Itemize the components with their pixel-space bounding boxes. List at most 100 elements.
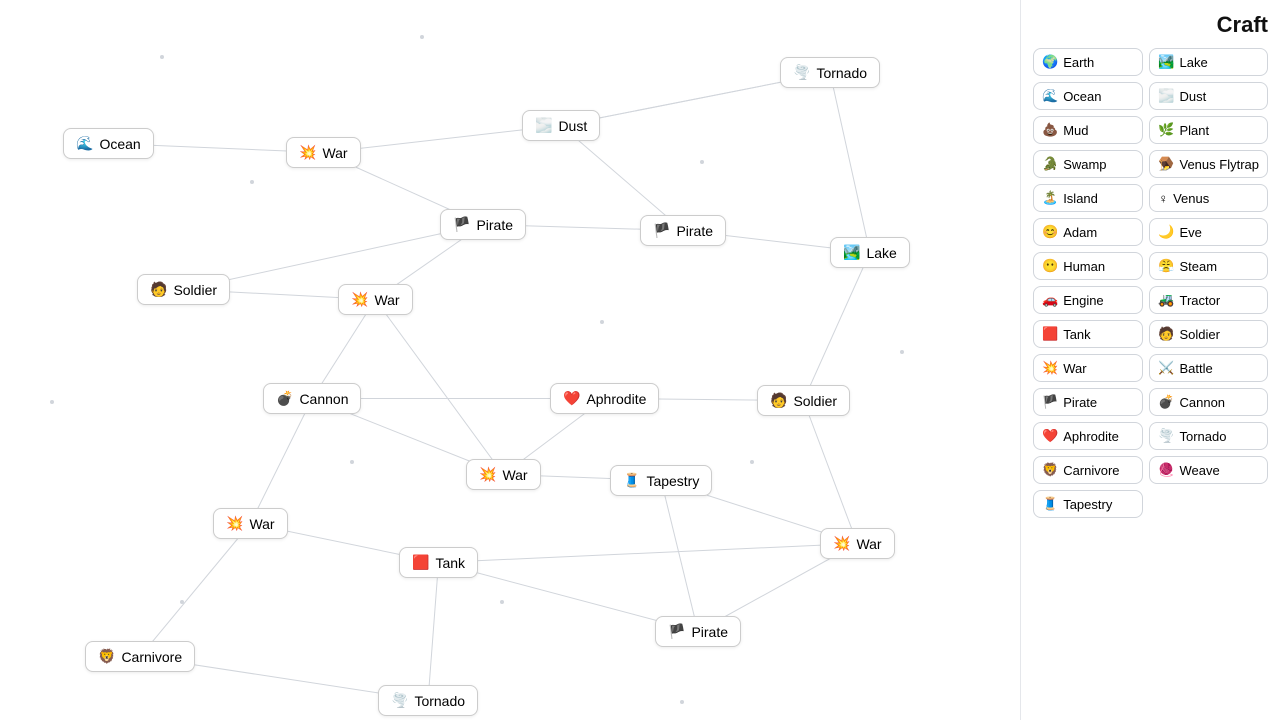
sidebar-item-eve[interactable]: 🌙Eve bbox=[1149, 218, 1268, 246]
sidebar-item-plant[interactable]: 🌿 Plant bbox=[1149, 116, 1268, 144]
sidebar-item-human[interactable]: 😶Human bbox=[1033, 252, 1143, 280]
sidebar-item-aphrodite[interactable]: ❤️Aphrodite bbox=[1033, 422, 1143, 450]
sidebar-item-battle[interactable]: ⚔️Battle bbox=[1149, 354, 1268, 382]
dot-4 bbox=[350, 460, 354, 464]
node-war2[interactable]: 💥 War bbox=[338, 284, 413, 315]
tornado2-icon: 🌪️ bbox=[391, 692, 408, 709]
soldier1-icon: 🧑 bbox=[150, 281, 167, 298]
tornado-label: Tornado bbox=[1180, 429, 1227, 444]
war-label: War bbox=[1063, 361, 1086, 376]
tractor-icon: 🚜 bbox=[1158, 292, 1174, 308]
sidebar-item-tank[interactable]: 🟥Tank bbox=[1033, 320, 1143, 348]
sidebar-item-mud[interactable]: 💩Mud bbox=[1033, 116, 1143, 144]
sidebar-item-war[interactable]: 💥War bbox=[1033, 354, 1143, 382]
swamp-label: Swamp bbox=[1063, 157, 1106, 172]
tapestry-label: Tapestry bbox=[1063, 497, 1112, 512]
sidebar-item-earth[interactable]: 🌍Earth bbox=[1033, 48, 1143, 76]
plant-icon: 🌿 bbox=[1158, 122, 1174, 138]
node-war4[interactable]: 💥War bbox=[213, 508, 288, 539]
node-pirate3[interactable]: 🏴Pirate bbox=[655, 616, 741, 647]
node-war3[interactable]: 💥War bbox=[466, 459, 541, 490]
war3-icon: 💥 bbox=[479, 466, 496, 483]
sidebar-item-swamp[interactable]: 🐊 Swamp bbox=[1033, 150, 1143, 178]
node-pirate1[interactable]: 🏴Pirate bbox=[440, 209, 526, 240]
sidebar-item-adam[interactable]: 😊Adam bbox=[1033, 218, 1143, 246]
carnivore-icon: 🦁 bbox=[1042, 462, 1058, 478]
war5-icon: 💥 bbox=[833, 535, 850, 552]
node-pirate2[interactable]: 🏴Pirate bbox=[640, 215, 726, 246]
node-tornado2[interactable]: 🌪️ Tornado bbox=[378, 685, 478, 716]
soldier1-label: Soldier bbox=[173, 282, 217, 298]
sidebar-item-dust[interactable]: 🌫️Dust bbox=[1149, 82, 1268, 110]
sidebar-item-tapestry[interactable]: 🧵Tapestry bbox=[1033, 490, 1143, 518]
node-tank1[interactable]: 🟥Tank bbox=[399, 547, 478, 578]
node-carnivore1[interactable]: 🦁Carnivore bbox=[85, 641, 195, 672]
node-war5[interactable]: 💥 War bbox=[820, 528, 895, 559]
war5-label: War bbox=[856, 536, 881, 552]
cannon1-icon: 💣 bbox=[276, 390, 293, 407]
sidebar-item-engine[interactable]: 🚗Engine bbox=[1033, 286, 1143, 314]
node-dust1[interactable]: 🌫️ Dust bbox=[522, 110, 600, 141]
pirate1-icon: 🏴 bbox=[453, 216, 470, 233]
tractor-label: Tractor bbox=[1180, 293, 1221, 308]
sidebar-item-cannon[interactable]: 💣Cannon bbox=[1149, 388, 1268, 416]
dust-label: Dust bbox=[1180, 89, 1207, 104]
node-ocean1[interactable]: 🌊Ocean bbox=[63, 128, 154, 159]
tornado1-label: Tornado bbox=[816, 65, 867, 81]
dot-6 bbox=[180, 600, 184, 604]
dot-1 bbox=[420, 35, 424, 39]
war2-label: War bbox=[374, 292, 399, 308]
carnivore-label: Carnivore bbox=[1063, 463, 1119, 478]
dot-0 bbox=[160, 55, 164, 59]
sidebar-item-steam[interactable]: 😤Steam bbox=[1149, 252, 1268, 280]
node-aphrodite1[interactable]: ❤️Aphrodite bbox=[550, 383, 659, 414]
dust1-icon: 🌫️ bbox=[535, 117, 552, 134]
node-lake1[interactable]: 🏞️Lake bbox=[830, 237, 910, 268]
node-war1[interactable]: 💥War bbox=[286, 137, 361, 168]
node-soldier2[interactable]: 🧑Soldier bbox=[757, 385, 850, 416]
connection-tapestry1-pirate3 bbox=[661, 481, 698, 632]
sidebar-item-venus[interactable]: ♀Venus bbox=[1149, 184, 1268, 212]
sidebar-item-ocean[interactable]: 🌊Ocean bbox=[1033, 82, 1143, 110]
node-tapestry1[interactable]: 🧵 Tapestry bbox=[610, 465, 712, 496]
tornado2-label: Tornado bbox=[414, 693, 465, 709]
node-tornado1[interactable]: 🌪️Tornado bbox=[780, 57, 880, 88]
lake-icon: 🏞️ bbox=[1158, 54, 1174, 70]
dust1-label: Dust bbox=[558, 118, 587, 134]
pirate3-label: Pirate bbox=[691, 624, 728, 640]
sidebar-grid: 🌍Earth 🏞️ Lake 🌊Ocean🌫️Dust💩Mud 🌿 Plant 🐊 Swamp… bbox=[1033, 48, 1268, 518]
eve-label: Eve bbox=[1180, 225, 1202, 240]
war2-icon: 💥 bbox=[351, 291, 368, 308]
sidebar-item-weave[interactable]: 🧶Weave bbox=[1149, 456, 1268, 484]
sidebar-item-lake[interactable]: 🏞️ Lake bbox=[1149, 48, 1268, 76]
connection-lake1-soldier2 bbox=[804, 253, 870, 401]
dot-3 bbox=[50, 400, 54, 404]
sidebar-item-soldier[interactable]: 🧑Soldier bbox=[1149, 320, 1268, 348]
node-cannon1[interactable]: 💣Cannon bbox=[263, 383, 361, 414]
sidebar-item-venus-flytrap[interactable]: 🪤Venus Flytrap bbox=[1149, 150, 1268, 178]
canvas-area[interactable]: 🌊Ocean💥War🌫️Dust🌪️Tornado🏴Pirate🏴Pirate🏞… bbox=[0, 0, 1020, 720]
node-soldier1[interactable]: 🧑 Soldier bbox=[137, 274, 230, 305]
soldier2-icon: 🧑 bbox=[770, 392, 787, 409]
venus-icon: ♀ bbox=[1158, 191, 1168, 206]
sidebar-item-pirate[interactable]: 🏴Pirate bbox=[1033, 388, 1143, 416]
steam-icon: 😤 bbox=[1158, 258, 1174, 274]
sidebar-item-tractor[interactable]: 🚜 Tractor bbox=[1149, 286, 1268, 314]
pirate-icon: 🏴 bbox=[1042, 394, 1058, 410]
tapestry1-icon: 🧵 bbox=[623, 472, 640, 489]
weave-icon: 🧶 bbox=[1158, 462, 1174, 478]
aphrodite-icon: ❤️ bbox=[1042, 428, 1058, 444]
sidebar-item-island[interactable]: 🏝️Island bbox=[1033, 184, 1143, 212]
connection-war4-cannon1 bbox=[250, 399, 312, 524]
tapestry1-label: Tapestry bbox=[646, 473, 699, 489]
sidebar-title: Craft bbox=[1033, 12, 1268, 38]
swamp-icon: 🐊 bbox=[1042, 156, 1058, 172]
sidebar-item-carnivore[interactable]: 🦁 Carnivore bbox=[1033, 456, 1143, 484]
plant-label: Plant bbox=[1180, 123, 1210, 138]
war4-label: War bbox=[249, 516, 274, 532]
connection-soldier2-war5 bbox=[804, 401, 858, 544]
human-icon: 😶 bbox=[1042, 258, 1058, 274]
lake-label: Lake bbox=[1180, 55, 1208, 70]
sidebar-item-tornado[interactable]: 🌪️Tornado bbox=[1149, 422, 1268, 450]
adam-icon: 😊 bbox=[1042, 224, 1058, 240]
